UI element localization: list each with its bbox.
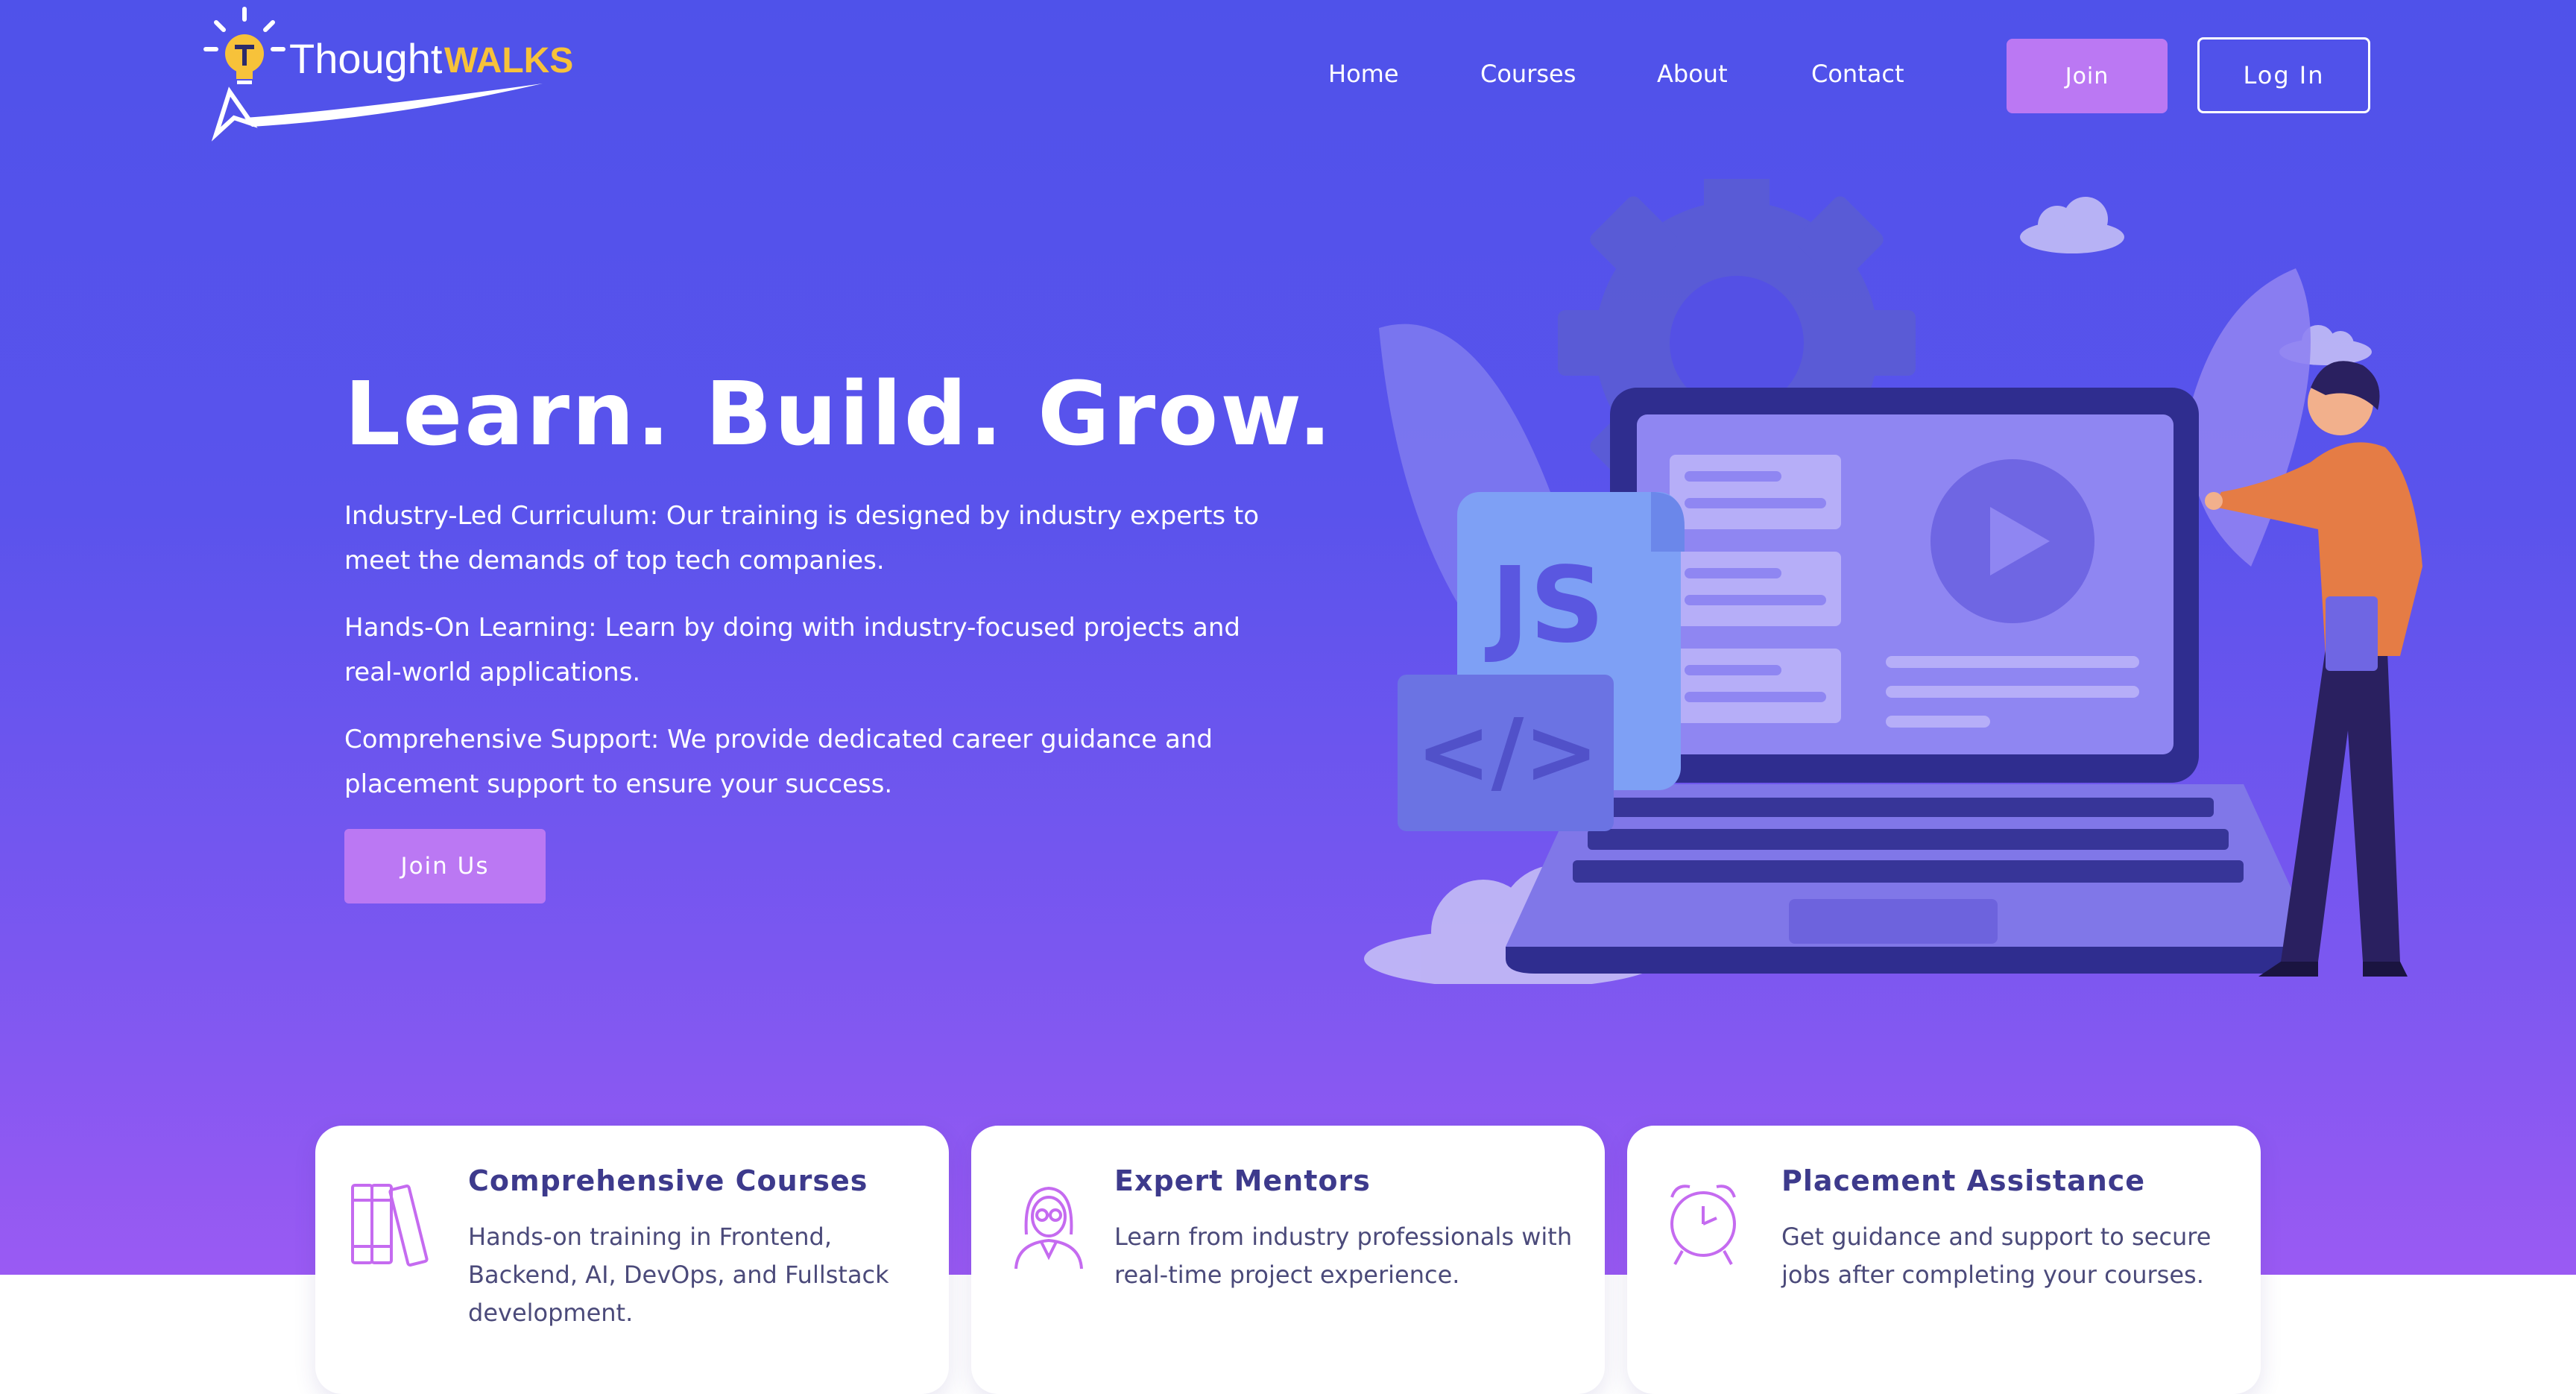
login-button[interactable]: Log In <box>2197 37 2370 113</box>
feature-card-placement: Placement Assistance Get guidance and su… <box>1627 1126 2261 1394</box>
nav-courses[interactable]: Courses <box>1480 60 1576 88</box>
feature-desc-placement: Get guidance and support to secure jobs … <box>1781 1223 2212 1289</box>
hero-title: Learn. Build. Grow. <box>344 362 1334 465</box>
join-button[interactable]: Join <box>2007 39 2168 113</box>
hero-section: Thought WALKS Home Courses About Contact… <box>0 0 2576 1275</box>
feature-desc-mentors: Learn from industry professionals with r… <box>1114 1223 1573 1289</box>
nav-home[interactable]: Home <box>1328 60 1399 88</box>
feature-title-courses: Comprehensive Courses <box>468 1164 868 1197</box>
brand-logo[interactable]: Thought WALKS <box>200 6 573 148</box>
feature-card-courses: Comprehensive Courses Hands-on training … <box>315 1126 949 1394</box>
feature-card-mentors: Expert Mentors Learn from industry profe… <box>971 1126 1605 1394</box>
hero-illustration: JS </> <box>1364 179 2422 984</box>
keyboard-icon <box>1573 798 2244 883</box>
join-us-button[interactable]: Join Us <box>344 829 546 903</box>
mentor-icon <box>1014 1186 1083 1270</box>
code-badge-text: </> <box>1416 701 1599 804</box>
cloud-icon <box>2020 197 2124 253</box>
nav-about[interactable]: About <box>1657 60 1728 88</box>
js-badge-text: JS <box>1485 545 1605 666</box>
hero-paragraph-support: Comprehensive Support: We provide dedica… <box>344 725 1213 799</box>
code-icon: </> <box>1398 675 1614 831</box>
play-icon <box>1931 459 2094 623</box>
feature-title-mentors: Expert Mentors <box>1114 1164 1371 1197</box>
hero-paragraph-hands-on: Hands-On Learning: Learn by doing with i… <box>344 613 1240 687</box>
books-icon <box>351 1184 429 1267</box>
alarm-clock-icon <box>1670 1185 1736 1265</box>
feature-title-placement: Placement Assistance <box>1781 1164 2146 1197</box>
feature-desc-courses: Hands-on training in Frontend, Backend, … <box>468 1223 889 1327</box>
brand-name-thought: Thought <box>289 35 443 82</box>
brand-name-walks: WALKS <box>444 41 574 81</box>
nav-contact[interactable]: Contact <box>1811 60 1904 88</box>
hero-paragraph-curriculum: Industry-Led Curriculum: Our training is… <box>344 501 1260 575</box>
